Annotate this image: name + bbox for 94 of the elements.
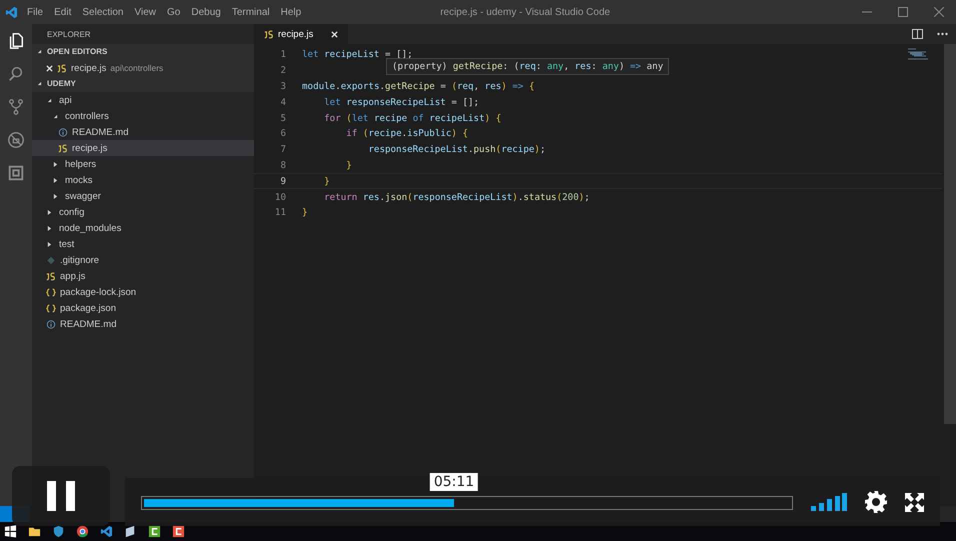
- collapsed-arrow-icon[interactable]: [47, 210, 52, 214]
- app-icon[interactable]: [148, 525, 161, 538]
- line-number: 4: [279, 96, 287, 108]
- menu-item[interactable]: File: [27, 6, 44, 18]
- code-line: return res.json(responseRecipeList).status(200);: [323, 192, 590, 203]
- tree-item[interactable]: app.js: [32, 268, 254, 284]
- line-number: 5: [279, 112, 287, 124]
- tree-item[interactable]: test: [32, 236, 254, 252]
- line-number: 1: [279, 49, 287, 60]
- shield-icon[interactable]: [52, 525, 65, 538]
- file-path: api\controllers: [110, 63, 164, 73]
- code-line: }: [345, 160, 352, 171]
- split-editor-icon[interactable]: [912, 29, 923, 39]
- editor-tab[interactable]: recipe.js: [254, 24, 348, 44]
- window-title: recipe.js - udemy - Visual Studio Code: [440, 6, 610, 18]
- code-editor-icon[interactable]: [100, 525, 113, 538]
- source-control-icon[interactable]: [7, 98, 25, 116]
- code-line: module.exports.getRecipe = (req, res) => {: [302, 80, 535, 92]
- line-number: 8: [279, 160, 287, 171]
- menu-item[interactable]: Terminal: [232, 6, 270, 18]
- braces-icon: [46, 288, 56, 296]
- search-icon[interactable]: [7, 65, 25, 83]
- open-editor-item[interactable]: recipe.js api\controllers: [32, 60, 254, 76]
- tree-item[interactable]: mocks: [32, 172, 254, 188]
- tree-item[interactable]: controllers: [32, 108, 254, 124]
- code-line: }: [323, 176, 330, 187]
- tree-item[interactable]: package.json: [32, 300, 254, 316]
- more-icon[interactable]: [937, 32, 948, 36]
- tree-item[interactable]: README.md: [32, 124, 254, 140]
- expanded-arrow-icon[interactable]: [53, 114, 58, 118]
- tree-item[interactable]: package-lock.json: [32, 284, 254, 300]
- maximize-icon[interactable]: [898, 7, 908, 17]
- menu-item[interactable]: Help: [280, 6, 302, 18]
- menu-item[interactable]: Debug: [191, 6, 221, 18]
- collapsed-arrow-icon[interactable]: [53, 178, 58, 182]
- tree-item[interactable]: api: [32, 92, 254, 108]
- collapsed-arrow-icon[interactable]: [47, 242, 52, 246]
- menu-item[interactable]: Selection: [82, 6, 124, 18]
- debug-icon[interactable]: [7, 131, 25, 149]
- code-line: responseRecipeList.push(recipe);: [367, 144, 546, 156]
- js-file-icon: [264, 30, 274, 38]
- files-icon[interactable]: [7, 32, 25, 50]
- time-tooltip: 05:11: [430, 473, 478, 491]
- hover-tooltip: (property) getRecipe: (req: any, res: any) => any: [386, 58, 670, 75]
- js-file-icon: [46, 272, 56, 280]
- line-number: 6: [279, 128, 287, 140]
- section-header[interactable]: UDEMY: [32, 76, 254, 92]
- volume-icon[interactable]: [811, 493, 847, 511]
- menu-item[interactable]: Go: [167, 6, 180, 18]
- line-number: 9: [279, 176, 287, 187]
- file-name: recipe.js: [71, 62, 106, 74]
- menu-item[interactable]: View: [134, 6, 156, 18]
- vscode-logo-icon: [5, 6, 18, 18]
- code-line: let responseRecipeList = [];: [323, 96, 480, 108]
- collapsed-arrow-icon[interactable]: [53, 194, 58, 198]
- line-number: 3: [279, 80, 287, 92]
- info-icon: [58, 128, 68, 136]
- tree-item[interactable]: README.md: [32, 316, 254, 332]
- panel-title: EXPLORER: [46, 29, 92, 41]
- braces-icon: [46, 304, 56, 312]
- expanded-arrow-icon[interactable]: [47, 98, 52, 102]
- collapsed-arrow-icon[interactable]: [53, 162, 58, 166]
- tree-item[interactable]: node_modules: [32, 220, 254, 236]
- settings-icon[interactable]: [865, 491, 887, 513]
- js-file-icon: [58, 144, 68, 152]
- line-number: 7: [279, 144, 287, 156]
- tree-item[interactable]: helpers: [32, 156, 254, 172]
- line-number: 10: [274, 192, 287, 203]
- scrollbar[interactable]: [944, 44, 956, 424]
- code-line: let recipeList = [];: [302, 49, 413, 60]
- pause-button[interactable]: [12, 466, 110, 526]
- tree-item[interactable]: .gitignore: [32, 252, 254, 268]
- extensions-icon[interactable]: [7, 164, 25, 182]
- diamond-icon: [46, 256, 56, 264]
- section-header[interactable]: OPEN EDITORS: [32, 44, 254, 60]
- code-line: for (let recipe of recipeList) {: [323, 112, 502, 124]
- code-line: }: [302, 207, 308, 218]
- browser-icon[interactable]: [76, 525, 89, 538]
- js-file-icon: [57, 64, 67, 72]
- collapsed-arrow-icon[interactable]: [47, 226, 52, 230]
- code-line: if (recipe.isPublic) {: [345, 128, 468, 140]
- windows-icon[interactable]: [4, 525, 17, 538]
- tree-item[interactable]: recipe.js: [32, 140, 254, 156]
- tree-item[interactable]: swagger: [32, 188, 254, 204]
- line-number: 2: [279, 65, 287, 76]
- pause-icon: [47, 481, 75, 511]
- line-number: 11: [274, 207, 287, 218]
- app-icon[interactable]: [172, 525, 185, 538]
- info-icon: [46, 320, 56, 328]
- expanded-arrow-icon[interactable]: [37, 81, 42, 86]
- expanded-arrow-icon[interactable]: [37, 49, 42, 54]
- menu-item[interactable]: Edit: [54, 6, 72, 18]
- fullscreen-icon[interactable]: [905, 492, 924, 512]
- tree-item[interactable]: config: [32, 204, 254, 220]
